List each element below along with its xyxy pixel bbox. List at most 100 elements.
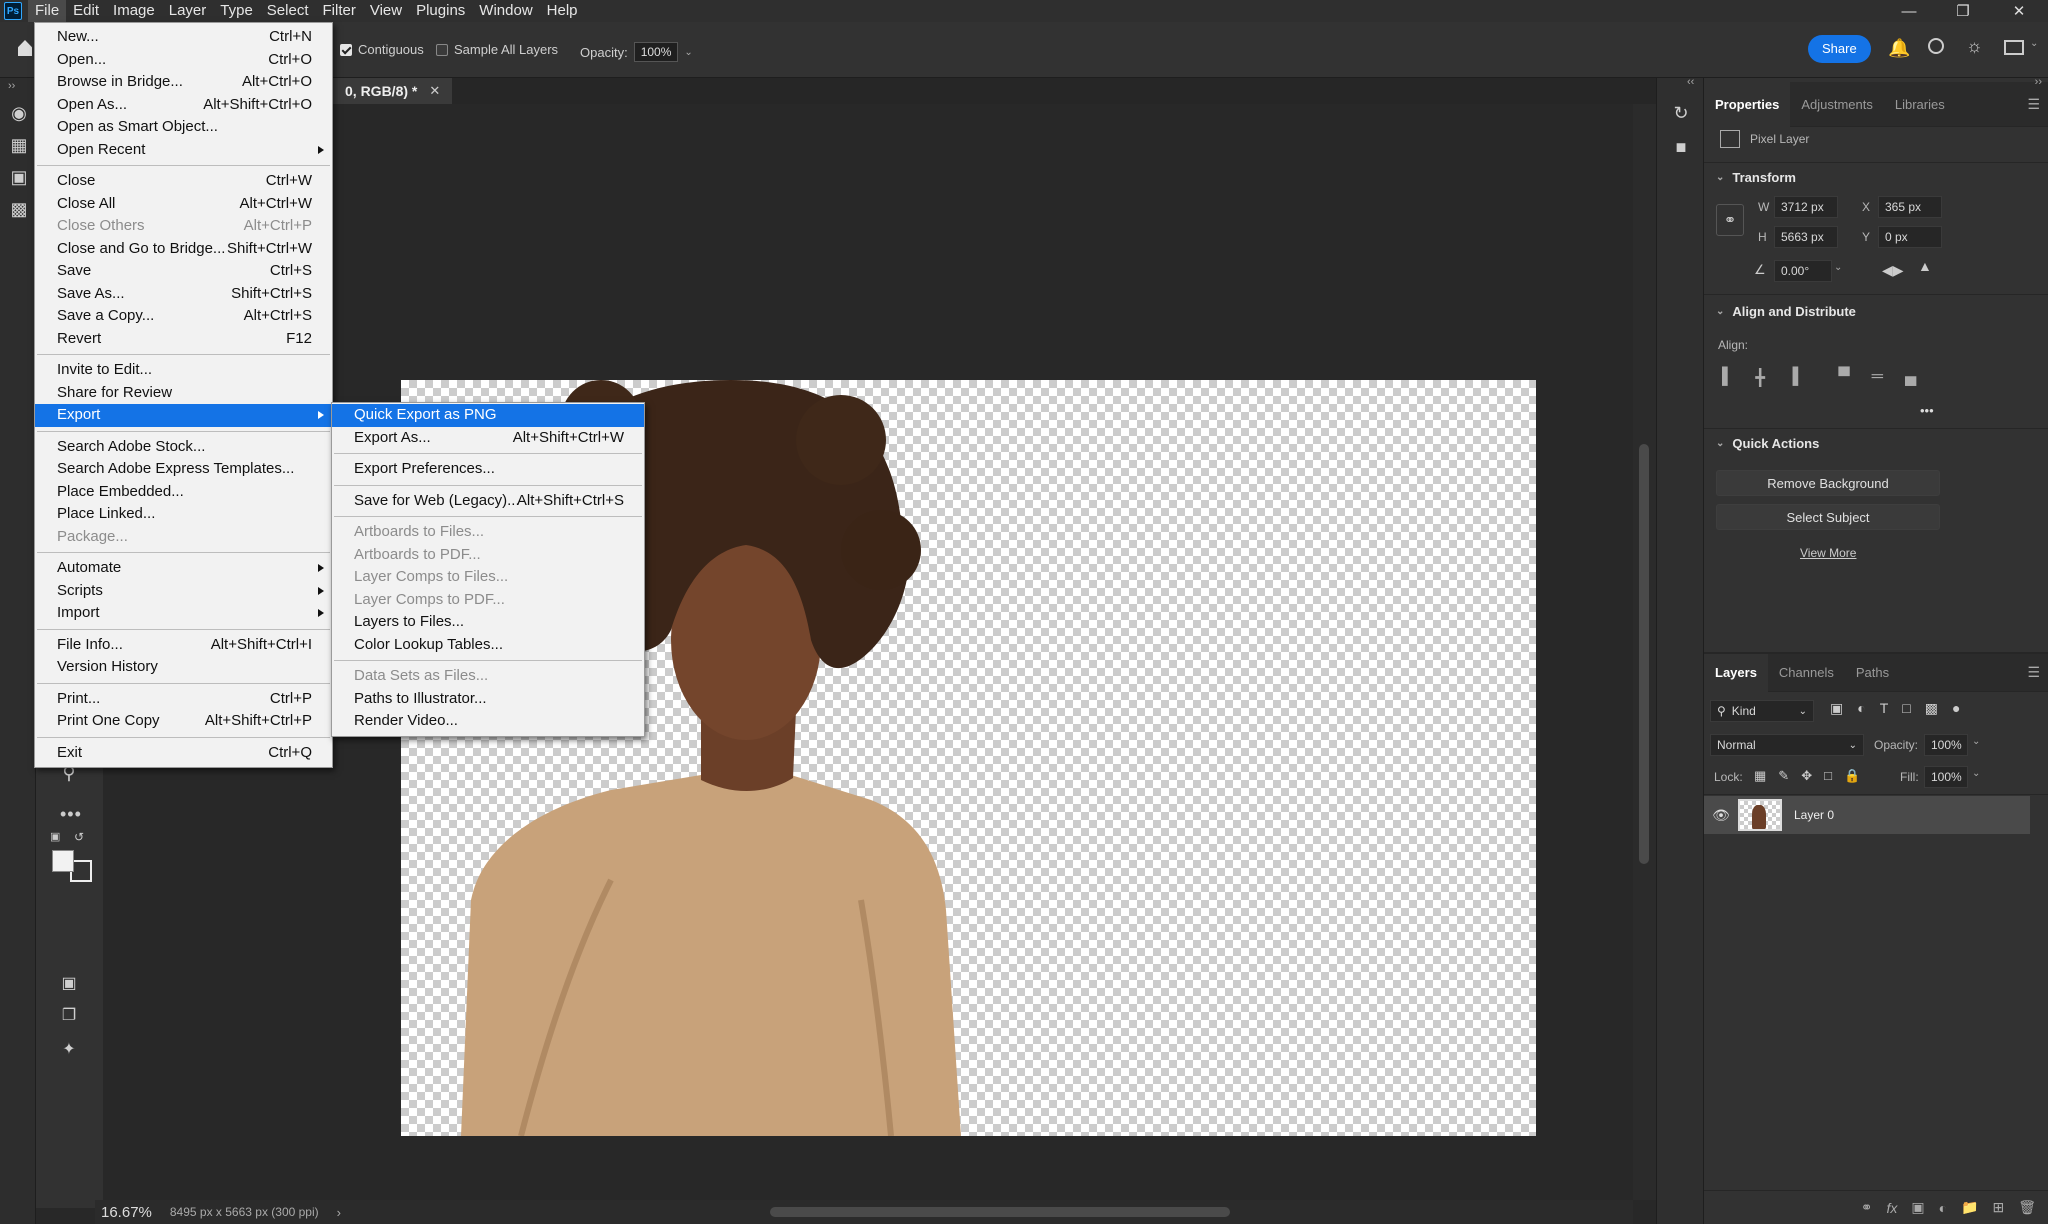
image-filter-icon[interactable]: ▣: [1830, 700, 1843, 717]
chevron-down-icon[interactable]: ⌄: [684, 47, 692, 58]
menu-item-export[interactable]: Export: [35, 404, 332, 427]
menu-view[interactable]: View: [363, 0, 409, 22]
menu-item-save[interactable]: Save Ctrl+S: [35, 260, 332, 283]
menu-edit[interactable]: Edit: [66, 0, 106, 22]
menu-item-save-a-copy[interactable]: Save a Copy... Alt+Ctrl+S: [35, 305, 332, 328]
menu-item-save-for-web-legacy[interactable]: Save for Web (Legacy)... Alt+Shift+Ctrl+S: [332, 490, 644, 513]
zoom-level[interactable]: 16.67%: [101, 1204, 152, 1221]
menu-item-open-recent[interactable]: Open Recent: [35, 139, 332, 162]
menu-item-share-for-review[interactable]: Share for Review: [35, 382, 332, 405]
expand-icon[interactable]: ››: [8, 80, 15, 92]
menu-item-scripts[interactable]: Scripts: [35, 580, 332, 603]
share-button[interactable]: Share: [1808, 35, 1871, 63]
align-center-icon[interactable]: ╋: [1755, 368, 1765, 388]
menu-item-place-linked[interactable]: Place Linked...: [35, 503, 332, 526]
grid-icon[interactable]: ▦: [4, 130, 34, 160]
generative-icon[interactable]: ✦: [54, 1034, 84, 1064]
more-tools-icon[interactable]: •••: [60, 804, 82, 825]
menu-item-open-as[interactable]: Open As... Alt+Shift+Ctrl+O: [35, 94, 332, 117]
default-colors-icon[interactable]: ▣: [50, 830, 60, 843]
x-field[interactable]: 365 px: [1878, 196, 1942, 218]
tab-paths[interactable]: Paths: [1845, 654, 1900, 692]
menu-item-export-as[interactable]: Export As... Alt+Shift+Ctrl+W: [332, 427, 644, 450]
adjustment-filter-icon[interactable]: ◐: [1857, 700, 1865, 717]
close-icon[interactable]: ✕: [1996, 0, 2042, 22]
menu-item-color-lookup-tables[interactable]: Color Lookup Tables...: [332, 634, 644, 657]
menu-item-export-preferences[interactable]: Export Preferences...: [332, 458, 644, 481]
tab-channels[interactable]: Channels: [1768, 654, 1845, 692]
layer-name[interactable]: Layer 0: [1794, 808, 1834, 822]
gradient-icon[interactable]: ▣: [4, 162, 34, 192]
horizontal-scrollbar[interactable]: [370, 1200, 1633, 1224]
chevron-down-icon[interactable]: ⌄: [2030, 38, 2038, 49]
swap-colors-icon[interactable]: ↺: [74, 830, 84, 844]
flip-vertical-icon[interactable]: ▲: [1918, 258, 1932, 274]
fill-field[interactable]: 100%: [1924, 766, 1968, 788]
menu-item-open[interactable]: Open... Ctrl+O: [35, 49, 332, 72]
align-left-icon[interactable]: ▌: [1722, 368, 1733, 388]
menu-item-close[interactable]: Close Ctrl+W: [35, 170, 332, 193]
document-info[interactable]: 8495 px x 5663 px (300 ppi): [170, 1205, 319, 1219]
restore-icon[interactable]: ❐: [1940, 0, 1986, 22]
menu-item-search-adobe-stock[interactable]: Search Adobe Stock...: [35, 436, 332, 459]
layer-filter-kind[interactable]: ⚲ Kind ⌄: [1710, 700, 1814, 722]
more-options-icon[interactable]: •••: [1920, 403, 1934, 418]
menu-item-close-and-go-to-bridge[interactable]: Close and Go to Bridge... Shift+Ctrl+W: [35, 238, 332, 261]
visibility-eye-icon[interactable]: 👁: [1704, 807, 1738, 824]
layer-row[interactable]: 👁 Layer 0: [1704, 796, 2030, 834]
tab-properties[interactable]: Properties: [1704, 81, 1791, 127]
workspace-icon[interactable]: [2004, 40, 2024, 55]
fx-icon[interactable]: fx: [1886, 1200, 1897, 1216]
menu-item-save-as[interactable]: Save As... Shift+Ctrl+S: [35, 283, 332, 306]
menu-item-browse-in-bridge[interactable]: Browse in Bridge... Alt+Ctrl+O: [35, 71, 332, 94]
adjustment-layer-icon[interactable]: ◐: [1939, 1200, 1947, 1216]
lock-all-icon[interactable]: 🔒: [1844, 768, 1860, 784]
opacity-field[interactable]: 100%: [633, 42, 679, 62]
angle-field[interactable]: 0.00°: [1774, 260, 1832, 282]
menu-item-new[interactable]: New... Ctrl+N: [35, 26, 332, 49]
vertical-scroll-thumb[interactable]: [1639, 444, 1649, 864]
document-tab[interactable]: 0, RGB/8) * ✕: [333, 78, 453, 104]
quick-mask-icon[interactable]: ▣: [54, 968, 84, 998]
menu-filter[interactable]: Filter: [316, 0, 363, 22]
new-group-icon[interactable]: 📁: [1961, 1199, 1978, 1216]
menu-plugins[interactable]: Plugins: [409, 0, 472, 22]
vertical-scrollbar[interactable]: [1633, 104, 1656, 1200]
menu-item-place-embedded[interactable]: Place Embedded...: [35, 481, 332, 504]
link-layers-icon[interactable]: ⚭: [1861, 1199, 1873, 1216]
menu-item-exit[interactable]: Exit Ctrl+Q: [35, 742, 332, 765]
menu-item-search-adobe-express-templates[interactable]: Search Adobe Express Templates...: [35, 458, 332, 481]
menu-item-version-history[interactable]: Version History: [35, 656, 332, 679]
comments-icon[interactable]: ■: [1666, 132, 1696, 162]
foreground-color-swatch[interactable]: [52, 850, 74, 872]
menu-item-open-as-smart-object[interactable]: Open as Smart Object...: [35, 116, 332, 139]
palette-icon[interactable]: ◉: [4, 98, 34, 128]
menu-item-print[interactable]: Print... Ctrl+P: [35, 688, 332, 711]
chevron-right-icon[interactable]: ›: [337, 1205, 341, 1220]
delete-layer-icon[interactable]: 🗑: [2018, 1199, 2036, 1216]
lightbulb-icon[interactable]: ☼: [1966, 36, 1983, 57]
menu-item-invite-to-edit[interactable]: Invite to Edit...: [35, 359, 332, 382]
menu-item-quick-export-as-png[interactable]: Quick Export as PNG: [332, 404, 644, 427]
blend-mode-select[interactable]: Normal ⌄: [1710, 734, 1864, 756]
align-right-icon[interactable]: ▐: [1787, 368, 1798, 388]
lock-transparency-icon[interactable]: ▦: [1754, 768, 1766, 784]
chevron-down-icon[interactable]: ⌄: [1972, 768, 1980, 779]
collapse-icon[interactable]: ››: [2035, 76, 2042, 88]
horizontal-scroll-thumb[interactable]: [770, 1207, 1230, 1217]
panel-menu-icon[interactable]: ☰: [2027, 664, 2040, 681]
quick-actions-title[interactable]: ⌄ Quick Actions: [1716, 436, 1819, 451]
align-section-title[interactable]: ⌄ Align and Distribute: [1716, 304, 1856, 319]
align-bottom-icon[interactable]: ▄: [1905, 368, 1916, 388]
new-layer-icon[interactable]: ⊞: [1992, 1199, 2004, 1216]
chevron-down-icon[interactable]: ⌄: [1972, 736, 1980, 747]
contiguous-checkbox[interactable]: Contiguous: [340, 42, 424, 57]
smart-object-filter-icon[interactable]: ▩: [1925, 700, 1938, 717]
menu-type[interactable]: Type: [213, 0, 260, 22]
panel-menu-icon[interactable]: ☰: [2027, 96, 2040, 113]
add-mask-icon[interactable]: ▣: [1911, 1199, 1924, 1216]
sample-all-check-icon[interactable]: [436, 43, 448, 56]
flip-horizontal-icon[interactable]: ◀▶: [1882, 262, 1904, 279]
menu-item-import[interactable]: Import: [35, 602, 332, 625]
close-tab-icon[interactable]: ✕: [429, 83, 440, 99]
